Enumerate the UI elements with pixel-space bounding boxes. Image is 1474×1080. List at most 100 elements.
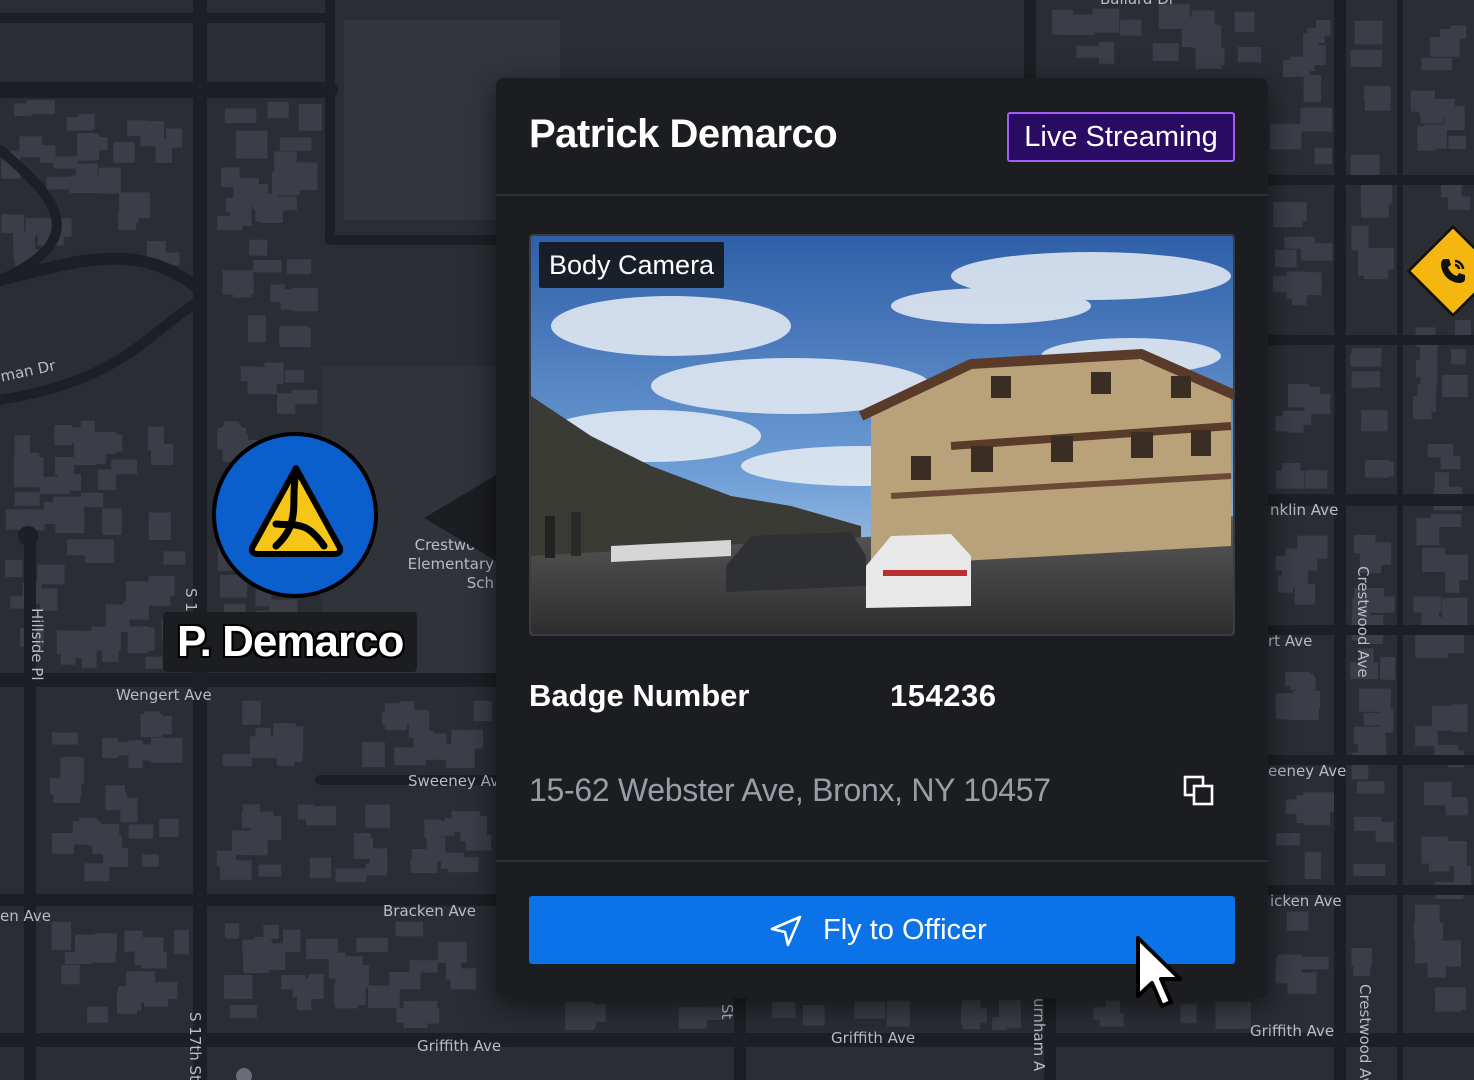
building-footprint: [1284, 236, 1316, 249]
officer-marker[interactable]: [212, 432, 378, 598]
building-footprint: [1282, 565, 1304, 579]
building-footprint: [1282, 410, 1312, 425]
building-footprint: [55, 518, 85, 533]
building-footprint: [255, 727, 271, 744]
building-footprint: [217, 216, 243, 231]
building-footprint: [163, 551, 186, 565]
building-footprint: [1066, 14, 1095, 36]
building-footprint: [51, 921, 71, 950]
building-footprint: [249, 239, 268, 256]
building-footprint: [292, 389, 318, 405]
street-label-crestwood-upper: Crestwood Ave: [1354, 566, 1372, 678]
building-footprint: [241, 811, 274, 829]
building-footprint: [1273, 202, 1303, 228]
navigation-arrow-icon: [770, 915, 802, 947]
building-footprint: [1438, 841, 1467, 867]
building-footprint: [1300, 107, 1333, 132]
building-footprint: [565, 1002, 594, 1030]
building-footprint: [887, 1000, 910, 1027]
building-footprint: [124, 208, 139, 223]
building-footprint: [1421, 57, 1452, 71]
building-footprint: [409, 960, 438, 973]
building-footprint: [403, 1001, 428, 1028]
officer-name-tag[interactable]: P. Demarco: [163, 612, 418, 672]
officer-shield-icon: [248, 465, 344, 557]
building-footprint: [1353, 726, 1385, 744]
building-footprint: [1303, 75, 1321, 102]
badge-number-label: Badge Number: [529, 678, 750, 713]
building-footprint: [267, 101, 289, 119]
building-footprint: [283, 929, 301, 952]
building-footprint: [237, 180, 259, 201]
building-footprint: [53, 156, 78, 169]
building-footprint: [108, 434, 123, 452]
building-footprint: [52, 833, 74, 854]
building-footprint: [233, 279, 251, 298]
street-label-crestwood-lower: Crestwood Ave: [1356, 984, 1374, 1080]
building-footprint: [1430, 37, 1460, 57]
building-footprint: [362, 742, 385, 768]
map-view[interactable]: Ballard Dr man Dr S 17 Hillside Pl Wenge…: [0, 0, 1474, 1080]
building-footprint: [68, 757, 84, 773]
street-label-rt-ave: rt Ave: [1268, 632, 1313, 650]
building-footprint: [1275, 470, 1305, 489]
building-footprint: [5, 560, 23, 577]
building-footprint: [1194, 24, 1220, 45]
building-footprint: [1451, 349, 1466, 365]
building-footprint: [1445, 800, 1468, 816]
copy-address-button[interactable]: [1182, 774, 1216, 808]
building-footprint: [174, 929, 189, 955]
building-footprint: [1276, 833, 1300, 846]
building-footprint: [1120, 19, 1142, 36]
copy-icon: [1183, 775, 1214, 806]
street-label-ballard: Ballard Dr: [1100, 0, 1175, 8]
building-footprint: [999, 1000, 1021, 1028]
building-footprint: [1434, 472, 1450, 488]
building-footprint: [1304, 852, 1321, 879]
building-footprint: [435, 821, 455, 836]
building-footprint: [1450, 25, 1467, 39]
building-footprint: [1359, 688, 1391, 712]
building-footprint: [91, 626, 121, 651]
building-footprint: [277, 393, 296, 414]
building-footprint: [80, 134, 100, 161]
building-footprint: [279, 137, 312, 151]
building-footprint: [217, 427, 247, 450]
body-camera-feed[interactable]: Body Camera: [529, 234, 1235, 636]
building-footprint: [446, 957, 462, 980]
building-footprint: [1422, 547, 1446, 572]
phone-call-icon: [1441, 259, 1465, 283]
building-footprint: [369, 848, 388, 876]
building-footprint: [1447, 196, 1471, 210]
building-footprint: [410, 859, 438, 873]
building-footprint: [14, 492, 40, 506]
street-label-st-mid: St: [718, 1004, 736, 1020]
building-footprint: [1359, 51, 1381, 67]
building-footprint: [1296, 956, 1329, 970]
building-footprint: [26, 100, 55, 115]
building-footprint: [151, 737, 183, 763]
street-label-wengert: Wengert Ave: [116, 686, 212, 704]
street-label-bracken-left: Bracken Ave: [383, 902, 477, 920]
building-footprint: [309, 857, 332, 879]
building-footprint: [1424, 124, 1447, 149]
building-footprint: [54, 457, 74, 475]
building-footprint: [1285, 799, 1303, 814]
building-footprint: [37, 564, 65, 585]
building-footprint: [1291, 292, 1307, 306]
building-footprint: [292, 978, 312, 997]
building-footprint: [1354, 20, 1383, 45]
building-footprint: [80, 420, 95, 441]
building-footprint: [113, 141, 135, 163]
building-footprint: [279, 726, 304, 752]
building-footprint: [46, 176, 70, 190]
building-footprint: [146, 716, 172, 735]
fly-to-officer-button[interactable]: Fly to Officer: [529, 896, 1235, 964]
building-footprint: [87, 1006, 109, 1023]
building-footprint: [1286, 911, 1309, 931]
street-label-nklin: nklin Ave: [1270, 501, 1339, 519]
building-footprint: [159, 818, 179, 837]
building-footprint: [40, 145, 56, 163]
building-footprint: [61, 775, 82, 798]
building-footprint: [1380, 656, 1395, 680]
